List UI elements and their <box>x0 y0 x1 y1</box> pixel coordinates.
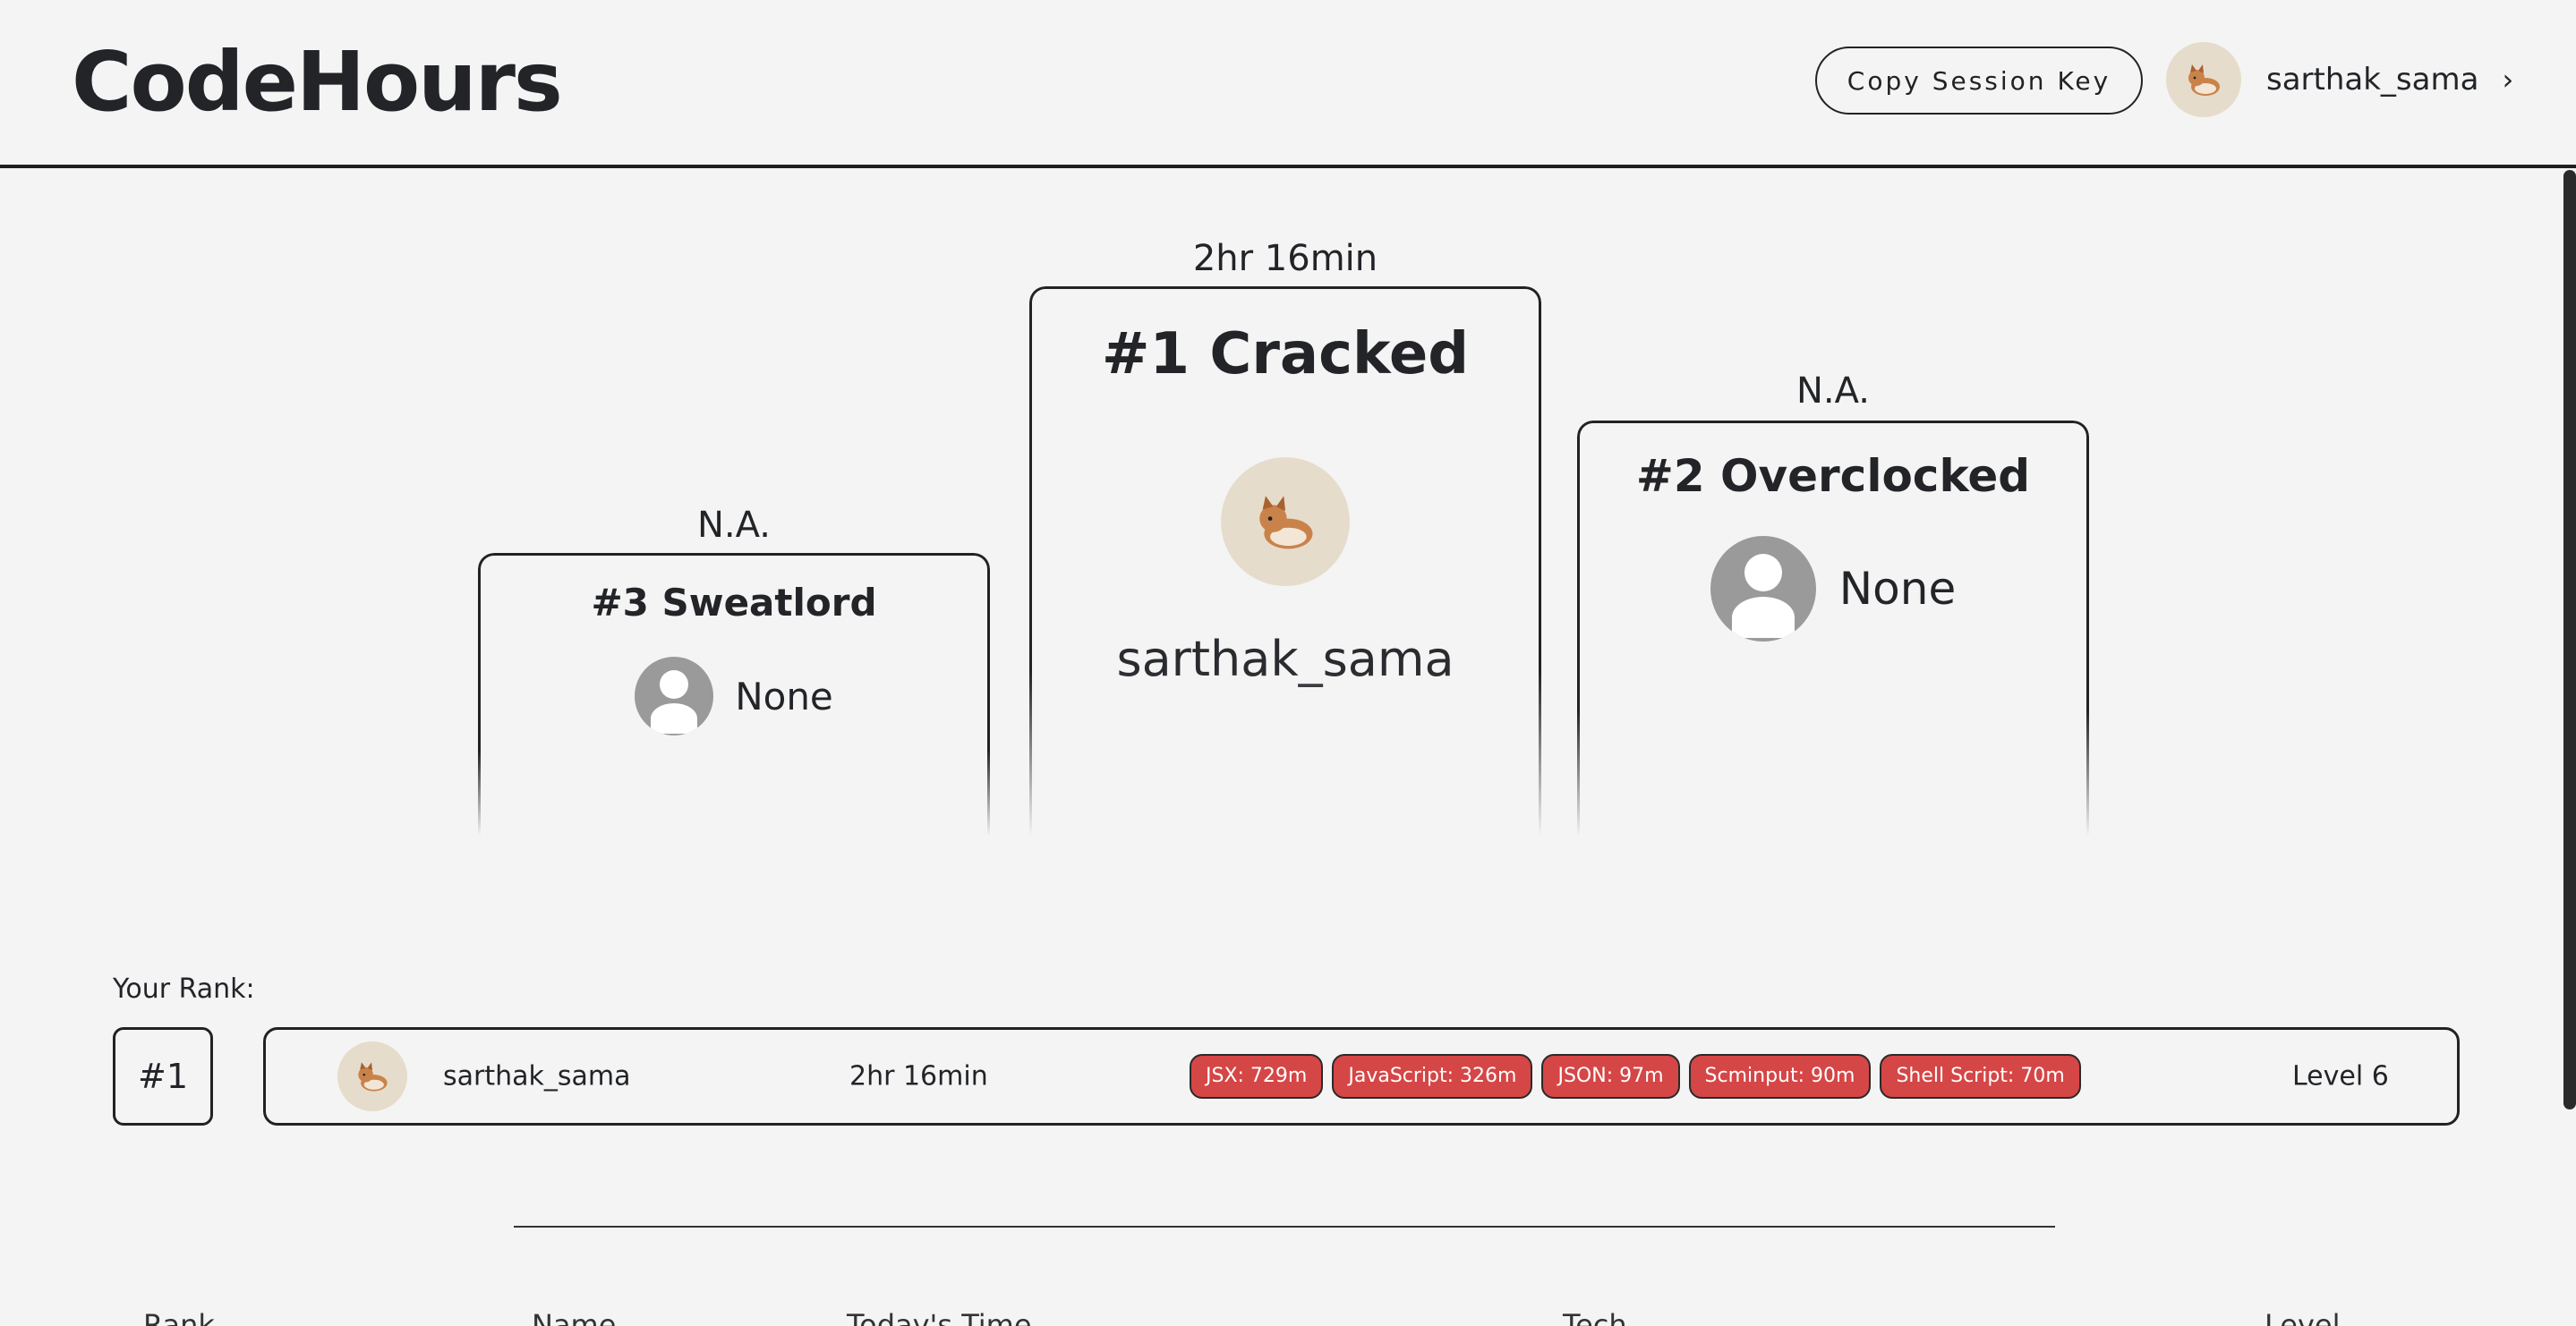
language-chip: Shell Script: 70m <box>1880 1054 2081 1099</box>
podium-second: #2 Overclocked None <box>1577 421 2089 836</box>
third-place-title: #3 Sweatlord <box>591 581 877 625</box>
rank-row-level: Level 6 <box>2292 1060 2389 1092</box>
user-menu[interactable]: sarthak_sama › <box>2166 39 2513 120</box>
copy-session-key-button[interactable]: Copy Session Key <box>1815 47 2143 115</box>
rank-row-username: sarthak_sama <box>443 1060 631 1092</box>
table-header-time: Today's Time <box>847 1308 1032 1326</box>
cat-icon <box>2188 64 2220 96</box>
scrollbar[interactable] <box>2563 170 2576 1109</box>
table-header-level: Level <box>2265 1308 2341 1326</box>
generic-user-icon <box>1710 536 1816 642</box>
section-divider <box>514 1226 2055 1228</box>
your-rank-caption: Your Rank: <box>113 973 255 1005</box>
table-header-tech: Tech <box>1563 1308 1627 1326</box>
cat-icon <box>358 1062 388 1092</box>
language-chips: JSX: 729m JavaScript: 326m JSON: 97m Scm… <box>1190 1054 2090 1099</box>
user-avatar <box>2166 42 2241 117</box>
your-rank-number: #1 <box>113 1027 213 1126</box>
table-header-name: Name <box>532 1308 617 1326</box>
third-place-username: None <box>735 674 833 718</box>
second-place-time: N.A. <box>1796 370 1870 412</box>
chevron-right-icon: › <box>2502 63 2514 97</box>
first-place-avatar <box>1221 457 1350 586</box>
app-logo[interactable]: CodeHours <box>72 34 563 130</box>
table-header-rank: Rank <box>143 1308 215 1326</box>
your-rank-row[interactable]: sarthak_sama 2hr 16min JSX: 729m JavaScr… <box>263 1027 2460 1126</box>
language-chip: JSX: 729m <box>1190 1054 1324 1099</box>
language-chip: Scminput: 90m <box>1688 1054 1872 1099</box>
generic-user-icon <box>635 657 714 735</box>
language-chip: JavaScript: 326m <box>1332 1054 1533 1099</box>
podium-first: #1 Cracked sarthak_sama <box>1029 286 1541 836</box>
cat-icon <box>1259 496 1313 549</box>
rank-row-time: 2hr 16min <box>849 1060 988 1092</box>
podium-third: #3 Sweatlord None <box>478 553 990 836</box>
second-place-username: None <box>1838 563 1957 615</box>
rank-row-avatar <box>337 1041 407 1111</box>
app-header: CodeHours Copy Session Key sarthak_sama … <box>0 0 2576 168</box>
second-place-title: #2 Overclocked <box>1635 450 2031 502</box>
first-place-time: 2hr 16min <box>1192 238 1378 279</box>
third-place-time: N.A. <box>696 505 771 546</box>
username-label: sarthak_sama <box>2266 62 2479 98</box>
first-place-title: #1 Cracked <box>1101 321 1470 387</box>
first-place-username: sarthak_sama <box>1116 631 1454 687</box>
language-chip: JSON: 97m <box>1541 1054 1680 1099</box>
